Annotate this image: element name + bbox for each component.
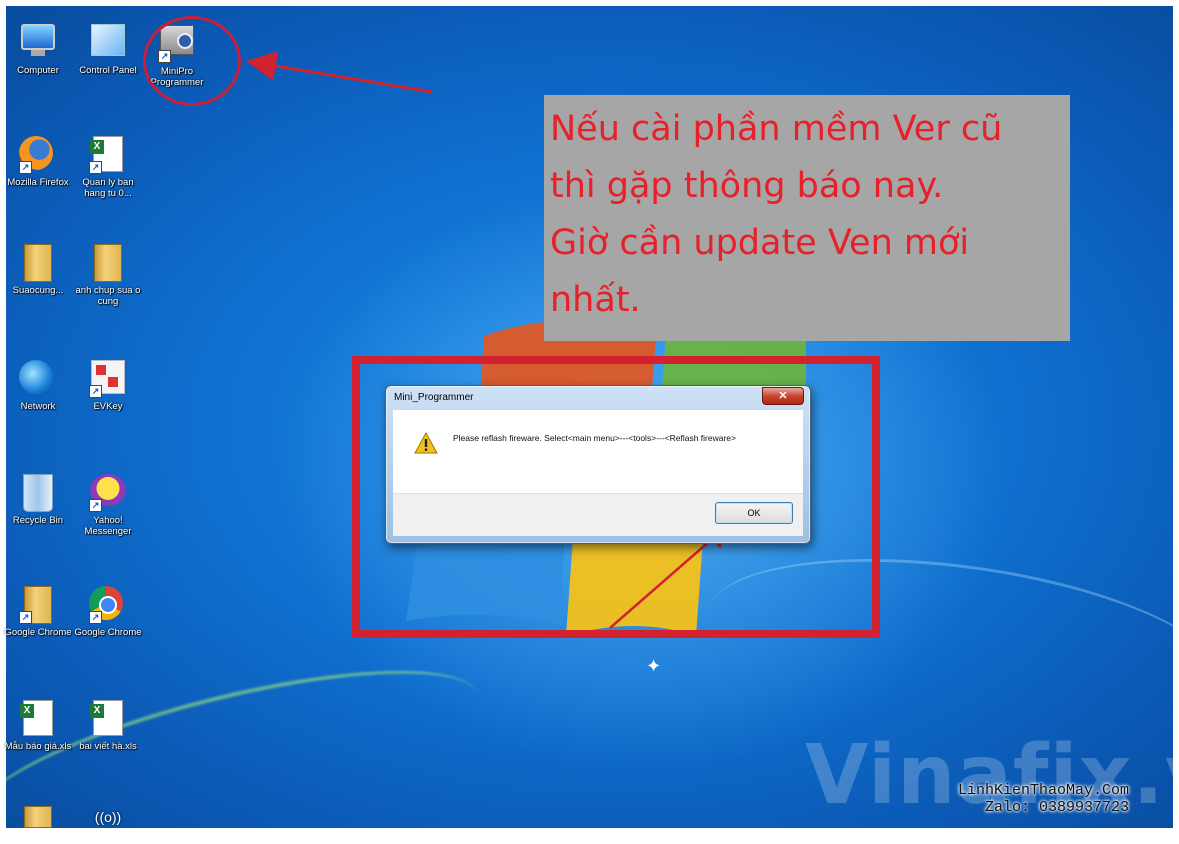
icon-label: Mẫu báo giá.xls (4, 741, 72, 752)
network-icon (19, 360, 57, 398)
message-dialog: Mini_Programmer ✕ Please reflash firewar… (385, 385, 811, 544)
shortcut-arrow-icon: ↗ (89, 385, 102, 398)
watermark-site: LinhKienThaoMay.Com (958, 782, 1130, 799)
icon-label: Mozilla Firefox (7, 177, 69, 188)
folder-icon (19, 244, 57, 282)
desktop-icon-folder[interactable]: anh chup sua o cung (74, 244, 142, 307)
desktop-icon-network[interactable]: Network (4, 360, 72, 412)
icon-label: Control Panel (79, 65, 137, 76)
desktop-icon-evkey[interactable]: ↗ EVKey (74, 360, 142, 412)
icon-label: bai viết hà.xls (79, 741, 137, 752)
shortcut-arrow-icon: ↗ (19, 161, 32, 174)
icon-label: Computer (17, 65, 59, 76)
evkey-icon: ↗ (89, 360, 127, 398)
firefox-icon: ↗ (19, 136, 57, 174)
dialog-footer: OK (393, 493, 803, 536)
watermark-text: LinhKienThaoMay.Com Zalo: 0389937723 (958, 782, 1129, 816)
desktop-icon-wireless[interactable]: ((o)) (74, 806, 142, 828)
dialog-message: Please reflash fireware. Select<main men… (453, 433, 736, 443)
note-line: Nếu cài phần mềm Ver cũ (550, 109, 1003, 149)
control-panel-icon (89, 24, 127, 62)
recycle-bin-icon (19, 474, 57, 512)
icon-label: Google Chrome (74, 627, 142, 638)
desktop-icon-yahoo-messenger[interactable]: ↗ Yahoo! Messenger (74, 474, 142, 537)
shortcut-arrow-icon: ↗ (19, 611, 32, 624)
instruction-note: Nếu cài phần mềm Ver cũ thì gặp thông bá… (544, 95, 1070, 341)
desktop-icon-excel-file[interactable]: ↗ Quan ly ban hang tu 0... (74, 136, 142, 199)
ok-button[interactable]: OK (715, 502, 793, 524)
excel-file-icon (19, 700, 57, 738)
icon-label: EVKey (93, 401, 123, 412)
desktop-icon-folder[interactable]: ↗ Google Chrome (4, 586, 72, 638)
icon-label: Network (20, 401, 56, 412)
icon-label: Yahoo! Messenger (84, 515, 132, 537)
highlight-circle (143, 16, 241, 106)
excel-file-icon (89, 700, 127, 738)
icon-label: Suaocung... (12, 285, 64, 296)
desktop-icon-folder[interactable] (4, 806, 72, 844)
desktop-icon-excel-file[interactable]: Mẫu báo giá.xls (4, 700, 72, 752)
desktop-icon-excel-file[interactable]: bai viết hà.xls (74, 700, 142, 752)
dialog-body: Please reflash fireware. Select<main men… (393, 410, 803, 493)
yahoo-messenger-icon: ↗ (89, 474, 127, 512)
watermark-zalo: Zalo: 0389937723 (985, 799, 1130, 816)
icon-label: Recycle Bin (12, 515, 64, 526)
desktop-icon-folder[interactable]: Suaocung... (4, 244, 72, 296)
shortcut-arrow-icon: ↗ (89, 161, 102, 174)
desktop-icon-control-panel[interactable]: Control Panel (74, 22, 142, 76)
wireless-icon: ((o)) (94, 809, 122, 825)
desktop-icon-computer[interactable]: Computer (4, 22, 72, 76)
shortcut-arrow-icon: ↗ (89, 611, 102, 624)
warning-icon (414, 432, 438, 454)
icon-label: Google Chrome (4, 627, 72, 638)
dialog-title: Mini_Programmer (394, 392, 474, 403)
folder-icon (89, 244, 127, 282)
icon-label: anh chup sua o cung (75, 285, 141, 307)
excel-file-icon: ↗ (89, 136, 127, 174)
computer-icon (19, 24, 57, 62)
folder-icon (19, 806, 57, 844)
sparkle-icon: ✦ (646, 656, 662, 676)
note-line: thì gặp thông báo nay. (550, 166, 944, 206)
icon-label: Quan ly ban hang tu 0... (82, 177, 134, 199)
shortcut-arrow-icon: ↗ (89, 499, 102, 512)
folder-icon: ↗ (19, 586, 57, 624)
close-button[interactable]: ✕ (762, 387, 804, 405)
note-line: nhất. (550, 280, 641, 320)
desktop-icon-chrome[interactable]: ↗ Google Chrome (74, 586, 142, 638)
note-line: Giờ cần update Ven mới (550, 223, 970, 263)
desktop-icon-firefox[interactable]: ↗ Mozilla Firefox (4, 136, 72, 188)
chrome-icon: ↗ (89, 586, 127, 624)
desktop-icon-recycle-bin[interactable]: Recycle Bin (4, 474, 72, 526)
